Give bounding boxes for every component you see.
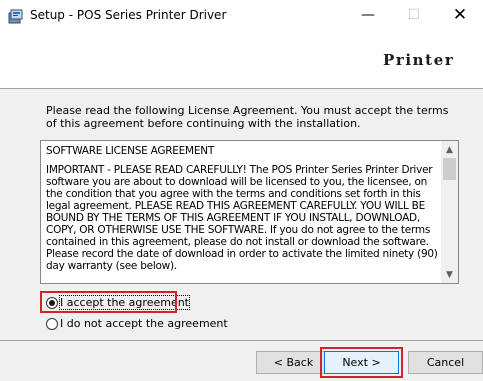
maximize-button[interactable]: ☐ xyxy=(391,0,437,30)
accept-label[interactable]: I accept the agreement xyxy=(59,295,190,310)
accept-option[interactable]: I accept the agreement xyxy=(46,295,190,310)
accept-radio[interactable] xyxy=(46,296,58,309)
setup-window: Setup - POS Series Printer Driver — ☐ ✕ … xyxy=(0,0,483,381)
decline-option[interactable]: I do not accept the agreement xyxy=(46,317,228,330)
scroll-down-icon[interactable]: ▼ xyxy=(441,266,458,283)
license-textbox[interactable]: SOFTWARE LICENSE AGREEMENT IMPORTANT - P… xyxy=(40,140,459,284)
cancel-button[interactable]: Cancel xyxy=(408,351,483,374)
license-body: IMPORTANT - PLEASE READ CAREFULLY! The P… xyxy=(46,164,438,272)
minimize-button[interactable]: — xyxy=(345,0,391,30)
license-title: SOFTWARE LICENSE AGREEMENT xyxy=(46,145,215,157)
decline-label[interactable]: I do not accept the agreement xyxy=(60,317,228,330)
back-button[interactable]: < Back xyxy=(256,351,331,374)
footer-divider xyxy=(0,340,483,341)
license-content: SOFTWARE LICENSE AGREEMENT IMPORTANT - P… xyxy=(46,145,441,279)
intro-text: Please read the following License Agreem… xyxy=(46,104,449,130)
maximize-icon: ☐ xyxy=(407,7,421,23)
scroll-up-icon[interactable]: ▲ xyxy=(441,141,458,158)
vertical-scrollbar[interactable]: ▲ ▼ xyxy=(441,141,458,283)
next-button[interactable]: Next > xyxy=(324,351,399,374)
installer-icon xyxy=(8,9,23,24)
minimize-icon: — xyxy=(361,7,375,23)
close-button[interactable]: ✕ xyxy=(437,0,483,30)
title-bar: Setup - POS Series Printer Driver — ☐ ✕ xyxy=(0,0,483,30)
close-icon: ✕ xyxy=(452,5,468,25)
decline-radio[interactable] xyxy=(46,317,58,330)
window-title: Setup - POS Series Printer Driver xyxy=(30,8,227,22)
scroll-thumb[interactable] xyxy=(443,158,456,180)
wizard-header: Printer xyxy=(0,30,483,89)
brand-logo: Printer xyxy=(383,51,455,69)
